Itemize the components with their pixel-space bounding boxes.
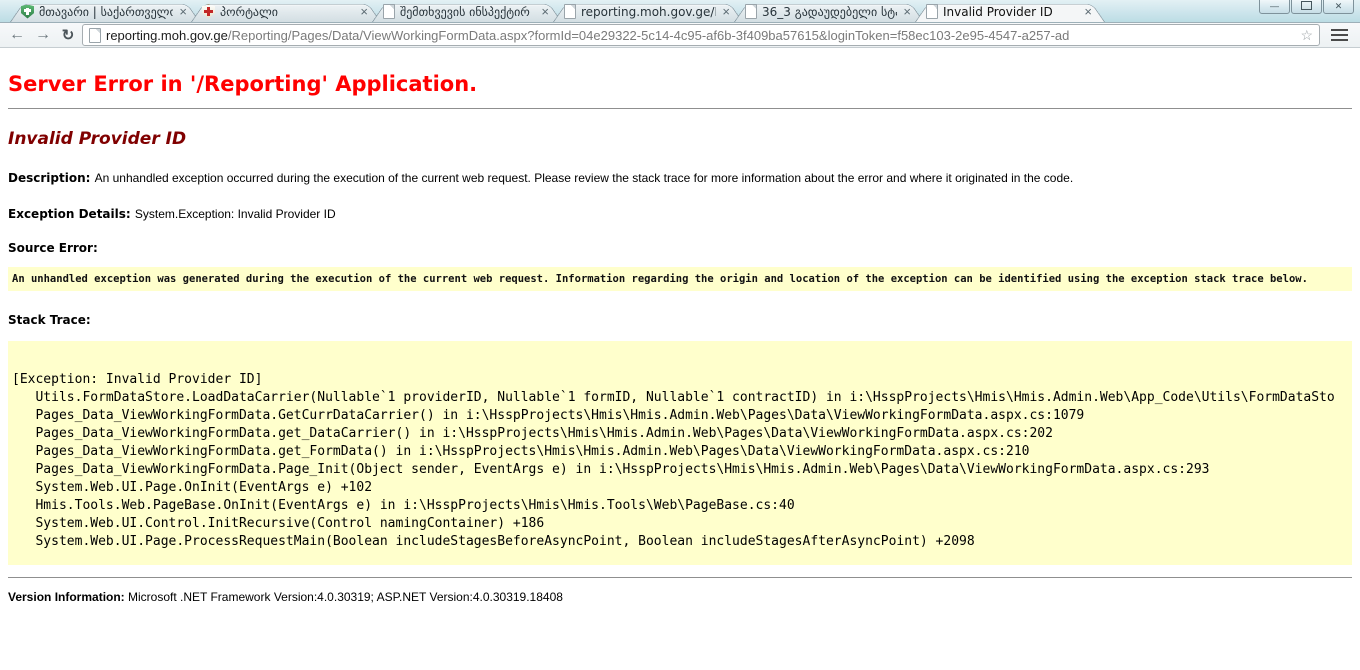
forward-button[interactable]: → — [32, 27, 54, 43]
stack-frame: System.Web.UI.Page.ProcessRequestMain(Bo… — [12, 533, 1348, 551]
tab-portal[interactable]: პორტალი × — [191, 1, 381, 22]
stack-frame: [Exception: Invalid Provider ID] — [12, 371, 1348, 389]
exception-label: Exception Details: — [8, 207, 135, 221]
tab-title: 36_3 გადაუდებელი სტა — [762, 5, 897, 19]
tab-inspection[interactable]: შემთხვევის ინსპექტირ × — [372, 1, 562, 22]
error-subtitle: Invalid Provider ID — [8, 129, 1352, 149]
bookmark-star-icon[interactable]: ☆ — [1300, 28, 1313, 42]
tab-close-icon[interactable]: × — [902, 5, 912, 18]
tab-reporting[interactable]: reporting.moh.gov.ge/Re × — [553, 1, 743, 22]
stack-frame: Utils.FormDataStore.LoadDataCarrier(Null… — [12, 389, 1348, 407]
description-label: Description: — [8, 171, 95, 185]
back-button[interactable]: ← — [6, 27, 28, 43]
stack-trace-line: Stack Trace: — [8, 313, 1352, 327]
source-error-label: Source Error: — [8, 241, 98, 255]
tab-close-icon[interactable]: × — [540, 5, 550, 18]
divider — [8, 108, 1352, 109]
stack-frame: Pages_Data_ViewWorkingFormData.Page_Init… — [12, 461, 1348, 479]
version-label: Version Information: — [8, 590, 128, 604]
page-title: Server Error in '/Reporting' Application… — [8, 72, 1352, 96]
tab-title: მთავარი | საქართველოს — [39, 5, 173, 19]
page-icon — [89, 28, 101, 43]
stack-frame: Pages_Data_ViewWorkingFormData.get_DataC… — [12, 425, 1348, 443]
source-error-box: An unhandled exception was generated dur… — [8, 267, 1352, 291]
page-icon — [745, 4, 757, 19]
description-line: Description: An unhandled exception occu… — [8, 171, 1352, 185]
tab-close-icon[interactable]: × — [359, 5, 369, 18]
stack-trace-box: [Exception: Invalid Provider ID] Utils.F… — [8, 341, 1352, 565]
exception-text: System.Exception: Invalid Provider ID — [135, 207, 336, 221]
close-window-button[interactable]: ✕ — [1323, 0, 1354, 14]
browser-window: მთავარი | საქართველოს × პორტალი × შემთხვ… — [0, 0, 1360, 670]
address-bar[interactable]: reporting.moh.gov.ge/Reporting/Pages/Dat… — [82, 24, 1320, 46]
window-controls: — ✕ — [1259, 0, 1354, 14]
tab-invalid-provider-id[interactable]: Invalid Provider ID × — [915, 1, 1105, 22]
page-icon — [564, 4, 576, 19]
reload-button[interactable]: ↻ — [58, 26, 78, 44]
tab-title: შემთხვევის ინსპექტირ — [400, 5, 535, 19]
browser-toolbar: ← → ↻ reporting.moh.gov.ge/Reporting/Pag… — [0, 22, 1360, 48]
tab-moh-home[interactable]: მთავარი | საქართველოს × — [10, 1, 200, 22]
version-text: Microsoft .NET Framework Version:4.0.303… — [128, 590, 563, 604]
tab-title: პორტალი — [220, 5, 354, 19]
version-information-line: Version Information: Microsoft .NET Fram… — [8, 590, 1352, 604]
stack-frame: Hmis.Tools.Web.PageBase.OnInit(EventArgs… — [12, 497, 1348, 515]
georgia-crest-icon — [202, 5, 215, 19]
url-path: /Reporting/Pages/Data/ViewWorkingFormDat… — [228, 28, 1069, 43]
stack-trace-label: Stack Trace: — [8, 313, 91, 327]
tab-strip: მთავარი | საქართველოს × პორტალი × შემთხვ… — [0, 0, 1360, 22]
tab-close-icon[interactable]: × — [178, 5, 188, 18]
url-text: reporting.moh.gov.ge/Reporting/Pages/Dat… — [106, 28, 1295, 43]
exception-details-line: Exception Details: System.Exception: Inv… — [8, 207, 1352, 221]
page-icon — [383, 4, 395, 19]
source-error-line: Source Error: — [8, 241, 1352, 255]
tab-close-icon[interactable]: × — [1083, 5, 1093, 18]
tab-36-3-stat[interactable]: 36_3 გადაუდებელი სტა × — [734, 1, 924, 22]
stack-frame: Pages_Data_ViewWorkingFormData.GetCurrDa… — [12, 407, 1348, 425]
tab-title: reporting.moh.gov.ge/Re — [581, 5, 716, 19]
error-page: Server Error in '/Reporting' Application… — [0, 72, 1360, 604]
description-text: An unhandled exception occurred during t… — [95, 171, 1074, 185]
page-icon — [926, 4, 938, 19]
stack-frame: System.Web.UI.Control.InitRecursive(Cont… — [12, 515, 1348, 533]
stack-frame: System.Web.UI.Page.OnInit(EventArgs e) +… — [12, 479, 1348, 497]
tab-title: Invalid Provider ID — [943, 5, 1078, 19]
moh-shield-icon — [21, 5, 34, 19]
hamburger-icon — [1331, 29, 1348, 32]
maximize-button[interactable] — [1291, 0, 1322, 14]
url-domain: reporting.moh.gov.ge — [106, 28, 228, 43]
maximize-icon — [1301, 1, 1312, 10]
minimize-button[interactable]: — — [1259, 0, 1290, 14]
divider — [8, 577, 1352, 578]
tab-close-icon[interactable]: × — [721, 5, 731, 18]
stack-frame: Pages_Data_ViewWorkingFormData.get_FormD… — [12, 443, 1348, 461]
menu-button[interactable] — [1324, 24, 1354, 46]
